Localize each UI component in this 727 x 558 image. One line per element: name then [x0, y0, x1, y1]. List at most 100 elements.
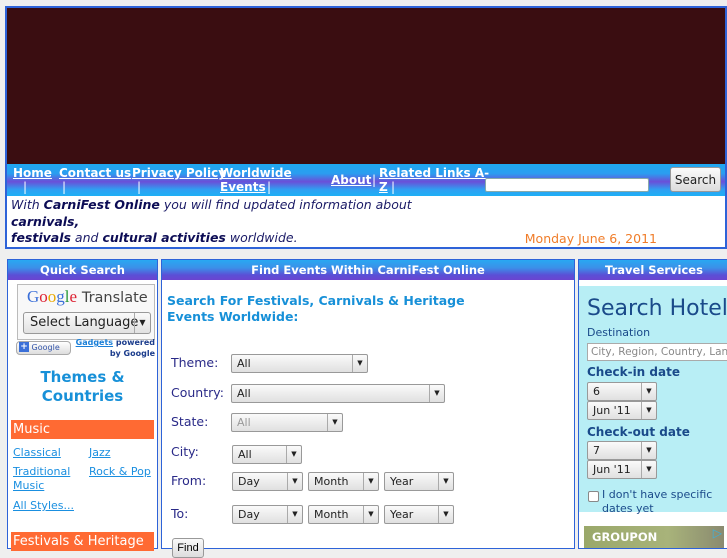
from-year-select[interactable]: Year ▼	[384, 472, 454, 491]
city-value: All	[238, 448, 252, 461]
groupon-ad-text: GROUPON	[592, 530, 658, 544]
brand-name: CarniFest Online	[43, 197, 160, 212]
music-header: Music	[11, 420, 154, 439]
music-link-jazz[interactable]: Jazz	[89, 446, 111, 460]
add-to-google-button[interactable]: + Google	[16, 341, 71, 355]
checkin-month-select[interactable]: Jun '11 ▼	[587, 401, 657, 420]
to-label: To:	[171, 506, 189, 521]
music-link-classical[interactable]: Classical	[13, 446, 61, 460]
state-value: All	[237, 416, 251, 429]
travel-services-header: Travel Services	[579, 260, 727, 280]
translate-label: Translate	[81, 290, 148, 306]
destination-input[interactable]: City, Region, Country, Landmark	[587, 343, 727, 361]
nav-worldwide-events-2[interactable]: Events	[220, 180, 266, 194]
travel-services-panel: Travel Services Search Hotels Destinatio…	[578, 259, 727, 549]
search-heading-line1: Search For Festivals, Carnivals & Herita…	[167, 293, 465, 308]
chevron-down-icon: ▼	[286, 446, 301, 463]
themes-title-line1: Themes &	[40, 368, 125, 386]
from-day-select[interactable]: Day ▼	[232, 472, 303, 491]
from-year-value: Year	[390, 475, 414, 488]
themes-title-line2: Countries	[41, 387, 124, 405]
intro-festivals: festivals	[11, 230, 71, 245]
to-day-select[interactable]: Day ▼	[232, 505, 303, 524]
chevron-down-icon: ▼	[438, 506, 453, 523]
music-link-traditional[interactable]: Traditional	[13, 465, 70, 479]
music-link-traditional-2[interactable]: Music	[13, 479, 44, 493]
nav-separator: |	[137, 180, 142, 194]
gadgets-text-2: by Google	[109, 349, 155, 358]
checkin-day-select[interactable]: 6 ▼	[587, 382, 657, 401]
checkout-day-select[interactable]: 7 ▼	[587, 441, 657, 460]
chevron-down-icon: ▼	[287, 473, 302, 490]
country-label: Country:	[171, 385, 224, 400]
intro-carnivals: carnivals,	[11, 213, 80, 229]
nav-related-links[interactable]: Related Links A-	[379, 166, 489, 180]
checkout-label: Check-out date	[587, 425, 690, 439]
nav-contact-us[interactable]: Contact us	[59, 166, 131, 180]
to-year-select[interactable]: Year ▼	[384, 505, 454, 524]
add-to-google-label: Google	[31, 343, 60, 352]
nav-separator: |	[23, 180, 28, 194]
nav-separator: |	[391, 180, 396, 194]
to-month-select[interactable]: Month ▼	[308, 505, 379, 524]
checkout-day-value: 7	[593, 444, 600, 457]
to-month-value: Month	[314, 508, 349, 521]
select-language-dropdown[interactable]: Select Language ▼	[23, 312, 151, 334]
theme-label: Theme:	[171, 355, 219, 370]
no-dates-checkbox[interactable]	[588, 491, 599, 502]
music-link-all-styles[interactable]: All Styles...	[13, 499, 74, 513]
google-translate-widget: Google Translate Select Language ▼	[17, 284, 155, 340]
chevron-down-icon: ▼	[641, 442, 656, 459]
themes-countries-title: Themes & Countries	[8, 368, 157, 406]
gadgets-text: powered	[115, 338, 155, 347]
checkout-month-select[interactable]: Jun '11 ▼	[587, 460, 657, 479]
intro-cultural: cultural activities	[102, 230, 226, 245]
no-dates-label: I don't have specific dates yet	[602, 488, 713, 515]
chevron-down-icon: ▼	[352, 355, 367, 372]
gadgets-powered-by: Gadgets powered by Google	[75, 337, 155, 359]
checkin-label: Check-in date	[587, 365, 680, 379]
nav-privacy-policy[interactable]: Privacy Policy	[132, 166, 226, 180]
state-select[interactable]: All ▼	[231, 413, 343, 432]
find-events-header: Find Events Within CarniFest Online	[162, 260, 574, 280]
quick-search-header: Quick Search	[8, 260, 157, 280]
select-language-label: Select Language	[30, 315, 139, 330]
nav-about[interactable]: About	[331, 173, 371, 187]
chevron-down-icon: ▼	[438, 473, 453, 490]
theme-value: All	[237, 357, 251, 370]
site-search-button[interactable]: Search	[670, 167, 721, 192]
from-month-select[interactable]: Month ▼	[308, 472, 379, 491]
chevron-down-icon: ▼	[429, 385, 444, 402]
city-select[interactable]: All ▼	[232, 445, 302, 464]
find-button[interactable]: Find	[172, 538, 204, 558]
nav-worldwide-events[interactable]: Worldwide	[220, 166, 292, 180]
google-logo: Google	[27, 287, 78, 306]
adchoices-icon[interactable]: ▷	[713, 526, 722, 540]
groupon-ad[interactable]: GROUPON ▷	[584, 526, 724, 548]
country-value: All	[237, 387, 251, 400]
destination-label: Destination	[587, 326, 651, 339]
chevron-down-icon: ▼	[134, 313, 150, 333]
country-select[interactable]: All ▼	[231, 384, 445, 403]
google-translate-logo: Google Translate	[27, 287, 148, 307]
find-events-panel: Find Events Within CarniFest Online Sear…	[161, 259, 575, 558]
nav-separator: |	[372, 173, 377, 187]
site-banner	[5, 6, 727, 164]
nav-related-links-2[interactable]: Z	[379, 180, 388, 194]
to-day-value: Day	[238, 508, 260, 521]
site-search-input[interactable]	[485, 178, 649, 192]
gadgets-link[interactable]: Gadgets	[76, 338, 113, 347]
intro-worldwide: worldwide.	[229, 230, 298, 245]
city-label: City:	[171, 444, 199, 459]
theme-select[interactable]: All ▼	[231, 354, 368, 373]
top-navigation: Home | Contact us | Privacy Policy | Wor…	[5, 164, 727, 196]
nav-separator: |	[62, 180, 67, 194]
nav-home[interactable]: Home	[13, 166, 52, 180]
music-link-rock-pop[interactable]: Rock & Pop	[89, 465, 151, 479]
checkout-month-value: Jun '11	[593, 463, 631, 476]
intro-mid: you will find updated information about	[163, 197, 412, 212]
to-year-value: Year	[390, 508, 414, 521]
chevron-down-icon: ▼	[641, 461, 656, 478]
intro-text: With CarniFest Online you will find upda…	[5, 196, 727, 249]
plus-icon: +	[19, 342, 29, 352]
